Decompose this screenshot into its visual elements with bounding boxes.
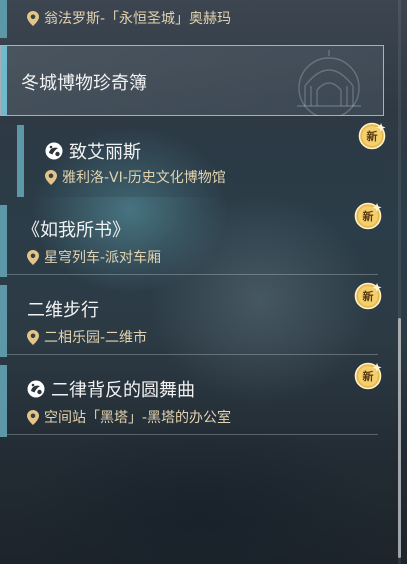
location-pin-icon [27, 330, 39, 345]
item-title: 二维步行 [27, 300, 99, 321]
list-item[interactable]: 二维步行 二相乐园-二维市 [0, 285, 384, 357]
quest-list-panel: 翁法罗斯-「永恒圣城」奥赫玛 冬城博物珍奇簿 致艾丽斯 雅利洛-VI-历史文化博… [0, 0, 407, 564]
section-header[interactable]: 冬城博物珍奇簿 [0, 45, 384, 116]
location-text: 雅利洛-VI-历史文化博物馆 [62, 170, 226, 186]
location-text: 星穹列车-派对车厢 [44, 250, 162, 266]
location-label: 二相乐园-二维市 [27, 327, 147, 347]
location-label: 空间站「黑塔」-黑塔的办公室 [27, 407, 231, 427]
item-accent-bar [17, 125, 24, 197]
badge-text: 新 [362, 210, 374, 223]
location-pin-icon [27, 11, 39, 26]
location-label: 星穹列车-派对车厢 [27, 247, 161, 267]
item-title-text: 致艾丽斯 [69, 142, 141, 163]
location-pin-icon [27, 410, 39, 425]
item-title-text: 二律背反的圆舞曲 [51, 380, 195, 401]
item-title: 《如我所书》 [22, 220, 130, 241]
list-item[interactable]: 致艾丽斯 雅利洛-VI-历史文化博物馆 [17, 125, 384, 197]
location-label: 雅利洛-VI-历史文化博物馆 [45, 167, 226, 187]
quest-icon [45, 142, 63, 160]
location-text: 翁法罗斯-「永恒圣城」奥赫玛 [44, 11, 232, 27]
list-item[interactable]: 二律背反的圆舞曲 空间站「黑塔」-黑塔的办公室 [0, 365, 384, 437]
item-divider [7, 434, 378, 435]
scrollbar-thumb[interactable] [398, 318, 401, 558]
item-accent-bar [0, 205, 7, 277]
item-accent-bar [0, 365, 7, 437]
item-divider [7, 274, 378, 275]
new-badge: 新 [357, 121, 387, 151]
location-pin-icon [45, 170, 57, 185]
location-label: 翁法罗斯-「永恒圣城」奥赫玛 [27, 8, 231, 28]
item-accent-bar [0, 285, 7, 357]
item-title: 二律背反的圆舞曲 [27, 376, 195, 402]
new-badge: 新 [353, 281, 383, 311]
palace-emblem-icon [297, 50, 361, 116]
location-pin-icon [27, 250, 39, 265]
new-badge: 新 [353, 201, 383, 231]
section-accent-bar [1, 46, 7, 115]
item-divider [7, 354, 378, 355]
location-text: 二相乐园-二维市 [44, 330, 148, 346]
item-title: 致艾丽斯 [45, 138, 141, 164]
badge-text: 新 [362, 370, 374, 383]
badge-text: 新 [362, 290, 374, 303]
badge-text: 新 [366, 130, 378, 143]
item-accent-bar [0, 0, 7, 38]
list-item[interactable]: 《如我所书》 星穹列车-派对车厢 [0, 205, 384, 277]
location-text: 空间站「黑塔」-黑塔的办公室 [44, 410, 232, 426]
section-title: 冬城博物珍奇簿 [21, 73, 147, 94]
list-item-top[interactable]: 翁法罗斯-「永恒圣城」奥赫玛 [0, 0, 384, 38]
quest-icon [27, 380, 45, 398]
new-badge: 新 [353, 361, 383, 391]
